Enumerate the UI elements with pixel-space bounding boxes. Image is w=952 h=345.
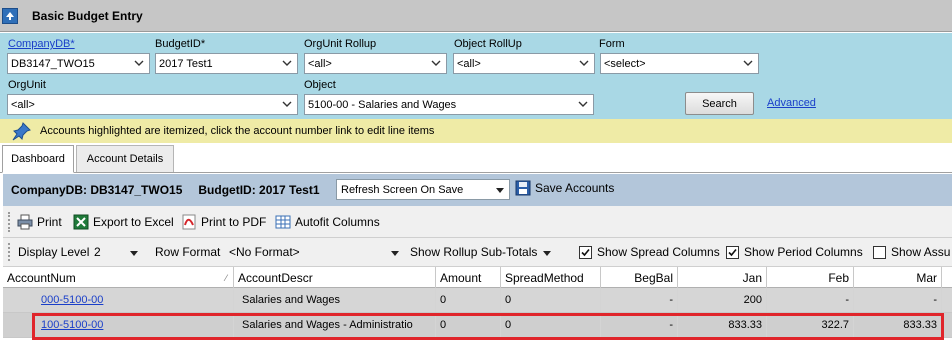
- window-title: Basic Budget Entry: [32, 8, 143, 23]
- column-header-accountnum[interactable]: AccountNum ⁄: [3, 267, 234, 288]
- amount-cell[interactable]: 0: [436, 288, 501, 312]
- column-header-accountdescr[interactable]: AccountDescr: [234, 267, 436, 288]
- show-spread-columns-checkbox[interactable]: Show Spread Columns: [579, 245, 720, 259]
- table-row: 000-5100-00 Salaries and Wages 0 0 - 200…: [3, 288, 952, 313]
- chevron-down-icon: [431, 60, 441, 66]
- begbal-cell[interactable]: -: [601, 313, 678, 337]
- chevron-down-icon: [282, 60, 292, 66]
- printer-icon: [17, 214, 33, 230]
- budget-id-label: BudgetID*: [155, 38, 206, 50]
- autofit-columns-button[interactable]: Autofit Columns: [275, 214, 380, 230]
- tab-dashboard[interactable]: Dashboard: [2, 145, 74, 173]
- account-descr-cell[interactable]: Salaries and Wages - Administratio: [234, 313, 436, 337]
- feb-cell[interactable]: -: [767, 288, 854, 312]
- resize-grip-icon: ⁄: [225, 272, 227, 283]
- object-rollup-label: Object RollUp: [454, 38, 522, 50]
- checkbox-unchecked-icon: [873, 245, 886, 259]
- orgunit-select[interactable]: <all>: [7, 94, 298, 115]
- column-header-amount[interactable]: Amount: [436, 267, 501, 288]
- collapse-up-icon[interactable]: [2, 7, 18, 24]
- feb-cell[interactable]: 322.7: [767, 313, 854, 337]
- form-select[interactable]: <select>: [600, 53, 759, 74]
- toolbar-grip[interactable]: [8, 243, 10, 261]
- budget-info-bar: CompanyDB: DB3147_TWO15 BudgetID: 2017 T…: [3, 174, 952, 206]
- grid-header: AccountNum ⁄ AccountDescr Amount SpreadM…: [3, 267, 952, 288]
- account-descr-cell[interactable]: Salaries and Wages: [234, 288, 436, 312]
- budget-id-select[interactable]: 2017 Test1: [155, 53, 298, 74]
- export-excel-button[interactable]: Export to Excel: [73, 214, 174, 230]
- object-select[interactable]: 5100-00 - Salaries and Wages: [304, 94, 594, 115]
- print-button[interactable]: Print: [17, 214, 62, 230]
- company-db-select[interactable]: DB3147_TWO15: [7, 53, 150, 74]
- table-grid-icon: [275, 215, 291, 229]
- account-link[interactable]: 000-5100-00: [41, 294, 103, 306]
- dropdown-arrow-icon: [391, 251, 399, 256]
- filter-panel: CompanyDB* DB3147_TWO15 BudgetID* 2017 T…: [0, 33, 952, 119]
- account-number-cell: 000-5100-00: [3, 288, 234, 312]
- display-options-toolbar: Display Level 2 Row Format <No Format> S…: [3, 238, 952, 267]
- chevron-down-icon: [578, 101, 588, 107]
- checkbox-checked-icon: [579, 245, 592, 259]
- orgunit-rollup-select[interactable]: <all>: [304, 53, 447, 74]
- dropdown-arrow-icon: [496, 188, 504, 193]
- company-db-display: CompanyDB: DB3147_TWO15: [11, 183, 183, 197]
- jan-cell[interactable]: 200: [678, 288, 767, 312]
- row-format-select[interactable]: <No Format>: [229, 245, 405, 259]
- orgunit-label: OrgUnit: [8, 79, 46, 91]
- export-toolbar: Print Export to Excel Print to PDF Autof…: [3, 206, 952, 238]
- jan-cell[interactable]: 833.33: [678, 313, 767, 337]
- table-row: 100-5100-00 Salaries and Wages - Adminis…: [3, 313, 952, 338]
- column-header-mar[interactable]: Mar: [854, 267, 942, 288]
- orgunit-rollup-label: OrgUnit Rollup: [304, 38, 377, 50]
- spread-method-cell[interactable]: 0: [501, 313, 601, 337]
- mar-cell[interactable]: -: [854, 288, 942, 312]
- chevron-down-icon: [743, 60, 753, 66]
- column-header-jan[interactable]: Jan: [678, 267, 767, 288]
- excel-icon: [73, 214, 89, 230]
- pushpin-icon: [12, 122, 31, 141]
- pdf-icon: [182, 214, 196, 230]
- budget-id-display: BudgetID: 2017 Test1: [198, 183, 320, 197]
- refresh-mode-select[interactable]: Refresh Screen On Save: [336, 179, 510, 200]
- chevron-down-icon: [282, 101, 292, 107]
- display-level-select[interactable]: 2: [94, 245, 144, 259]
- chevron-down-icon: [579, 60, 589, 66]
- search-button[interactable]: Search: [685, 92, 754, 115]
- account-number-cell: 100-5100-00: [3, 313, 234, 337]
- object-rollup-select[interactable]: <all>: [453, 53, 595, 74]
- show-assumptions-checkbox[interactable]: Show Assu: [873, 245, 950, 259]
- account-link[interactable]: 100-5100-00: [41, 319, 103, 331]
- tab-strip: Dashboard Account Details: [0, 143, 952, 173]
- chevron-down-icon: [134, 60, 144, 66]
- column-header-feb[interactable]: Feb: [767, 267, 854, 288]
- advanced-link[interactable]: Advanced: [767, 97, 816, 109]
- company-db-label[interactable]: CompanyDB*: [8, 38, 75, 50]
- show-period-columns-checkbox[interactable]: Show Period Columns: [726, 245, 863, 259]
- dropdown-arrow-icon: [543, 251, 551, 256]
- checkbox-checked-icon: [726, 245, 739, 259]
- notice-text: Accounts highlighted are itemized, click…: [40, 125, 435, 137]
- budget-grid: AccountNum ⁄ AccountDescr Amount SpreadM…: [3, 267, 952, 345]
- begbal-cell[interactable]: -: [601, 288, 678, 312]
- window-titlebar: Basic Budget Entry: [0, 0, 952, 32]
- tab-account-details[interactable]: Account Details: [76, 145, 174, 172]
- dropdown-arrow-icon: [130, 251, 138, 256]
- column-header-spreadmethod[interactable]: SpreadMethod: [501, 267, 601, 288]
- itemized-notice: Accounts highlighted are itemized, click…: [0, 119, 952, 143]
- rollup-subtotals-select[interactable]: Show Rollup Sub-Totals: [410, 245, 555, 259]
- amount-cell[interactable]: 0: [436, 313, 501, 337]
- print-pdf-button[interactable]: Print to PDF: [181, 214, 266, 230]
- toolbar-grip[interactable]: [8, 212, 10, 232]
- spread-method-cell[interactable]: 0: [501, 288, 601, 312]
- floppy-disk-icon: [515, 180, 531, 196]
- mar-cell[interactable]: 833.33: [854, 313, 942, 337]
- row-format-label: Row Format: [155, 245, 221, 259]
- save-accounts-button[interactable]: Save Accounts: [515, 180, 614, 196]
- form-label: Form: [599, 38, 625, 50]
- object-label: Object: [304, 79, 336, 91]
- display-level-label: Display Level: [18, 245, 90, 259]
- column-header-begbal[interactable]: BegBal: [601, 267, 678, 288]
